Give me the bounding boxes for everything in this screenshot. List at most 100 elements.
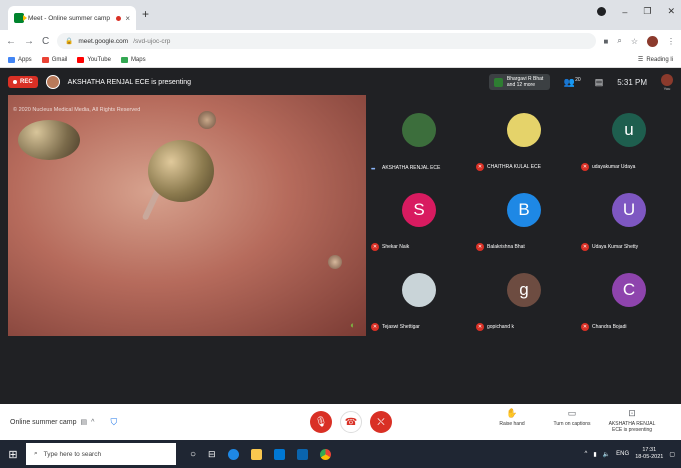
star-icon[interactable]: ☆: [631, 37, 638, 46]
participant-tile[interactable]: B ✕ Balakrishna Bhat: [471, 175, 576, 255]
hand-icon: ✋: [506, 408, 518, 418]
people-icon[interactable]: 👥20: [564, 77, 581, 88]
volume-icon[interactable]: 🔈: [603, 451, 610, 458]
back-icon[interactable]: ←: [6, 36, 16, 47]
network-icon[interactable]: ▮: [593, 451, 596, 458]
presenting-status: AKSHATHA RENJAL ECE is presenting: [67, 78, 191, 86]
raise-hand-button[interactable]: ✋ Raise hand: [488, 408, 536, 433]
file-explorer-icon[interactable]: [250, 448, 262, 460]
presentation-copyright: © 2020 Nucleus Medical Media, All Rights…: [13, 107, 141, 113]
chevron-up-tray-icon[interactable]: ^: [585, 451, 588, 457]
participant-photo: [402, 113, 436, 147]
participant-name: ✕ CHAITHRA KULAL ECE: [476, 163, 541, 171]
reload-icon[interactable]: C: [42, 36, 49, 47]
you-indicator: You: [661, 73, 673, 91]
chrome-icon[interactable]: [319, 448, 331, 460]
cortana-icon[interactable]: ○: [190, 449, 196, 460]
mail-icon[interactable]: [296, 448, 308, 460]
chat-icon[interactable]: ▤: [595, 77, 604, 88]
bacteria-cluster-left: [18, 120, 80, 160]
maps-icon: [120, 56, 128, 63]
taskbar-clock[interactable]: 17:31 18-05-2021: [635, 447, 663, 461]
edge-icon[interactable]: [227, 448, 239, 460]
self-avatar: [661, 73, 673, 86]
participant-tile[interactable]: ✕ Tejaswi Shettigar: [366, 255, 471, 335]
presenting-button[interactable]: ⊡ AKSHATHA RENJAL ECE is presenting: [608, 408, 656, 433]
participant-initial: C: [612, 273, 646, 307]
windows-taskbar: ⊞ ⌕ Type here to search ○ ⊟ ^ ▮ 🔈 ENG 17…: [0, 440, 681, 468]
participant-name: ✕ Tejaswi Shettigar: [371, 323, 420, 331]
zoom-icon[interactable]: ⌕: [617, 36, 621, 46]
taskbar-apps: ○ ⊟: [190, 448, 331, 460]
meeting-clock: 5:31 PM: [617, 77, 647, 87]
close-window-icon[interactable]: ✕: [667, 6, 675, 17]
captions-icon: ▭: [567, 408, 577, 418]
bookmark-youtube[interactable]: YouTube: [77, 56, 111, 63]
gmail-icon: [41, 56, 49, 63]
chevron-up-icon: ^: [91, 418, 95, 426]
forward-icon[interactable]: →: [24, 36, 34, 47]
system-tray: ^ ▮ 🔈 ENG 17:31 18-05-2021 ▢: [585, 447, 681, 461]
meet-top-actions: Bhargavi R Bhat and 12 more 👥20 ▤ 5:31 P…: [488, 73, 673, 91]
tab-title: Meet - Online summer camp: [28, 14, 110, 22]
participant-tile[interactable]: g ✕ gopichand k: [471, 255, 576, 335]
participant-tile[interactable]: ✕ CHAITHRA KULAL ECE: [471, 95, 576, 175]
participant-tile[interactable]: C ✕ Chandra Bojadi: [576, 255, 681, 335]
mic-off-icon: ✕: [581, 243, 589, 251]
bacteria-cluster-right: [328, 255, 342, 269]
mic-off-icon: ✕: [581, 323, 589, 331]
youtube-icon: [77, 56, 85, 63]
camera-icon[interactable]: ■: [604, 37, 609, 46]
participant-name: ✕ Chandra Bojadi: [581, 323, 627, 331]
participant-initial: u: [612, 113, 646, 147]
mic-toggle-button[interactable]: 🎙: [310, 411, 332, 433]
participant-grid: ••• AKSHATHA RENJAL ECE ✕ CHAITHRA KULAL E…: [366, 95, 681, 336]
call-controls: 🎙 ☎ ⛌: [310, 411, 392, 433]
recording-badge: REC: [8, 76, 38, 88]
bookmark-maps[interactable]: Maps: [120, 56, 146, 63]
profile-icon[interactable]: [597, 7, 607, 16]
participant-photo: [402, 273, 436, 307]
address-bar[interactable]: 🔒 meet.google.com/svd-ujoc-crp: [57, 33, 596, 49]
language-indicator[interactable]: ENG: [616, 451, 629, 457]
leave-call-button[interactable]: ☎: [340, 411, 362, 433]
presentation-view: © 2020 Nucleus Medical Media, All Rights…: [8, 95, 366, 336]
windows-start-button[interactable]: ⊞: [0, 440, 26, 468]
participant-name: ✕ Balakrishna Bhat: [476, 243, 525, 251]
mic-off-icon: 🎙: [314, 416, 328, 428]
bookmark-gmail[interactable]: Gmail: [41, 56, 67, 63]
menu-icon[interactable]: ⋮: [667, 37, 675, 46]
others-tile[interactable]: Bhargavi R Bhat and 12 more: [488, 74, 550, 90]
participant-tile[interactable]: ••• AKSHATHA RENJAL ECE: [366, 95, 471, 175]
recording-dot-icon: [116, 15, 122, 21]
participant-initial: B: [507, 193, 541, 227]
toolbar-actions: ■ ⌕ ☆ ⋮: [604, 35, 675, 47]
new-tab-button[interactable]: +: [142, 7, 149, 21]
taskbar-search[interactable]: ⌕ Type here to search: [26, 443, 176, 465]
meeting-details[interactable]: Online summer camp ▤ ^ ⛉: [10, 417, 117, 428]
minimize-icon[interactable]: –: [622, 7, 627, 17]
participant-initial: g: [507, 273, 541, 307]
tab-close-icon[interactable]: ×: [125, 14, 130, 23]
meet-controls-bar: Online summer camp ▤ ^ ⛉ 🎙 ☎ ⛌ ✋ Raise h…: [0, 404, 681, 440]
store-icon[interactable]: [273, 448, 285, 460]
participant-tile[interactable]: S ✕ Shekar Naik: [366, 175, 471, 255]
window-controls: – ❐ ✕: [597, 6, 675, 17]
task-view-icon[interactable]: ⊟: [208, 449, 216, 460]
reading-list[interactable]: ☰ Reading li: [638, 56, 673, 64]
notifications-icon[interactable]: ▢: [669, 451, 675, 458]
participant-name: ✕ Udaya Kumar Shetty: [581, 243, 639, 251]
mic-off-icon: ✕: [476, 323, 484, 331]
account-avatar[interactable]: [647, 35, 658, 47]
bookmark-apps[interactable]: Apps: [8, 56, 32, 63]
restore-icon[interactable]: ❐: [643, 6, 651, 17]
captions-button[interactable]: ▭ Turn on captions: [548, 408, 596, 433]
secondary-controls: ✋ Raise hand ▭ Turn on captions ⊡ AKSHAT…: [488, 408, 656, 433]
participant-tile[interactable]: U ✕ Udaya Kumar Shetty: [576, 175, 681, 255]
browser-tab-meet[interactable]: Meet - Online summer camp ×: [8, 6, 136, 30]
participant-name: ✕ Shekar Naik: [371, 243, 410, 251]
participant-name: ••• AKSHATHA RENJAL ECE: [371, 165, 441, 173]
shield-icon[interactable]: ⛉: [110, 417, 117, 428]
camera-toggle-button[interactable]: ⛌: [370, 411, 392, 433]
participant-tile[interactable]: u ✕ udayakumar Udaya: [576, 95, 681, 175]
